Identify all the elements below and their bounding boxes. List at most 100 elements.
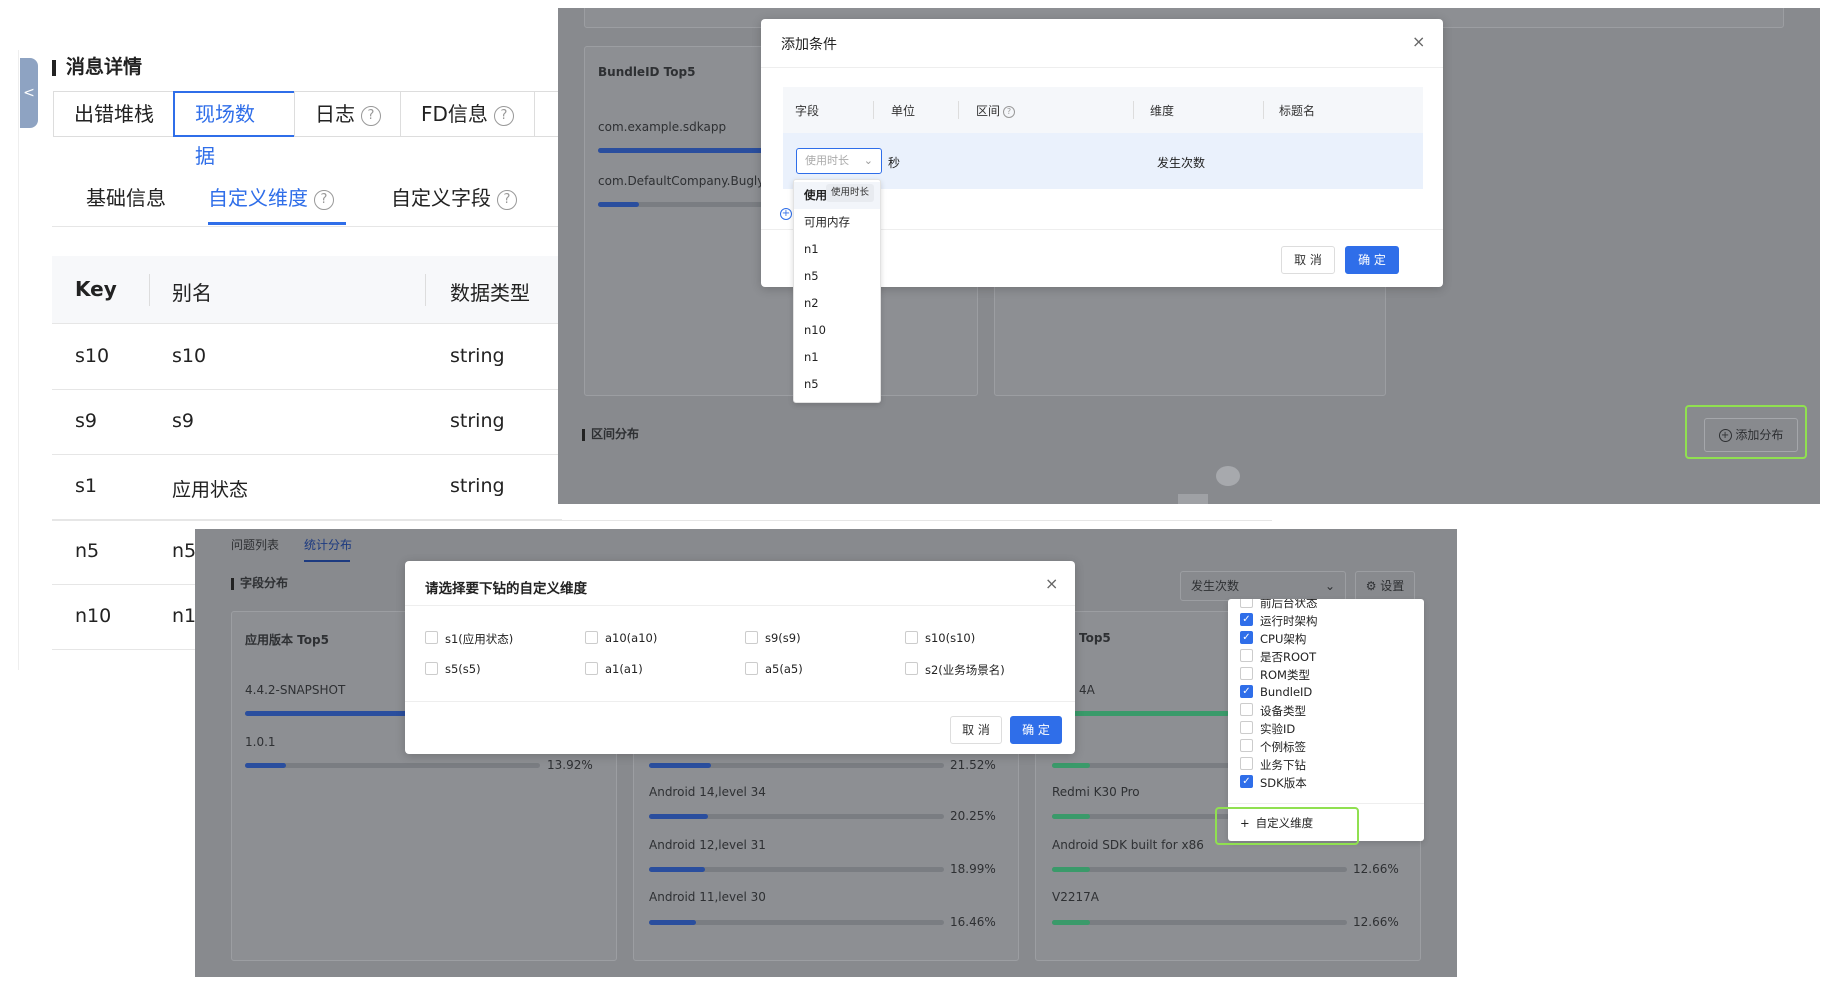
help-icon: ? — [1003, 105, 1016, 118]
bar-label: Android 12,level 31 — [649, 838, 766, 852]
add-row-icon[interactable]: + — [780, 208, 792, 220]
table-header: Key 别名 数据类型 — [52, 256, 562, 324]
tab-fd-info[interactable]: FD信息? — [400, 91, 536, 137]
option-checkbox[interactable] — [425, 662, 438, 675]
close-icon[interactable]: × — [1045, 574, 1058, 593]
settings-option[interactable]: 是否ROOT — [1240, 649, 1420, 664]
tab-scene-data[interactable]: 现场数据 — [173, 91, 296, 168]
bar — [245, 763, 540, 768]
left-divider — [18, 50, 19, 670]
chevron-down-icon: ⌄ — [863, 154, 873, 167]
settings-option[interactable]: ✓ CPU架构 — [1240, 631, 1420, 646]
settings-option[interactable]: ✓ 运行时架构 — [1240, 613, 1420, 628]
dimension-value: 发生次数 — [1157, 156, 1206, 170]
settings-option[interactable]: 个例标签 — [1240, 739, 1420, 754]
dropdown-item[interactable]: n5 — [794, 263, 880, 290]
card-item-label: com.example.sdkapp — [598, 120, 727, 134]
bar-label: Android 11,level 30 — [649, 890, 766, 904]
cancel-button[interactable]: 取 消 — [950, 716, 1002, 744]
option-label[interactable]: s1(应用状态) — [445, 631, 513, 647]
option-checkbox[interactable] — [585, 662, 598, 675]
card-title: BundleID Top5 — [598, 65, 696, 79]
subtab-custom-dimension[interactable]: 自定义维度? — [208, 182, 334, 211]
metric-select[interactable]: 发生次数 ⌄ — [1180, 571, 1346, 601]
subtab-underline — [208, 222, 346, 225]
help-icon: ? — [497, 189, 517, 210]
ok-button[interactable]: 确 定 — [1010, 716, 1062, 744]
subtab-basic[interactable]: 基础信息 — [86, 182, 166, 211]
settings-dropdown: 前后台状态 ✓ 运行时架构 ✓ CPU架构 是否ROOT ROM类型 ✓ Bundle… — [1228, 599, 1424, 841]
settings-option[interactable]: 前后台状态 — [1240, 599, 1420, 610]
option-label[interactable]: a1(a1) — [605, 662, 643, 676]
col-key: Key — [75, 277, 117, 301]
bar — [1052, 920, 1347, 925]
chat-icon[interactable] — [1216, 466, 1240, 486]
bar-label: Android SDK built for x86 — [1052, 838, 1204, 852]
tab-stack[interactable]: 出错堆栈 — [53, 91, 175, 137]
option-checkbox[interactable] — [425, 631, 438, 644]
dropdown-item[interactable]: n5 — [794, 371, 880, 398]
modal-title: 添加条件 — [781, 37, 837, 53]
modal-title: 请选择要下钻的自定义维度 — [425, 581, 587, 597]
settings-option[interactable]: ✓ SDK版本 — [1240, 775, 1420, 790]
option-label[interactable]: s9(s9) — [765, 631, 801, 645]
cancel-button[interactable]: 取 消 — [1281, 246, 1335, 274]
option-label[interactable]: a5(a5) — [765, 662, 803, 676]
bar-label: Redmi K30 Pro — [1052, 785, 1140, 799]
option-checkbox[interactable] — [745, 662, 758, 675]
option-checkbox[interactable] — [905, 631, 918, 644]
settings-option[interactable]: 实验ID — [1240, 721, 1420, 736]
settings-option[interactable]: ✓ BundleID — [1240, 685, 1420, 699]
bar-label: 4A — [1079, 683, 1095, 697]
bar-pct: 13.92% — [547, 758, 593, 772]
option-checkbox[interactable] — [905, 662, 918, 675]
option-checkbox[interactable] — [745, 631, 758, 644]
help-icon: ? — [314, 189, 334, 210]
table-row: s1 应用状态 string — [52, 455, 562, 520]
highlight-add-distribution — [1685, 405, 1807, 459]
settings-button[interactable]: ⚙ 设置 — [1355, 571, 1415, 601]
collapse-handle[interactable]: < — [20, 58, 38, 128]
settings-option[interactable]: 业务下钻 — [1240, 757, 1420, 772]
bar — [649, 763, 944, 768]
bar — [649, 814, 944, 819]
option-label[interactable]: s2(业务场景名) — [925, 662, 1005, 678]
tab-issue-list[interactable]: 问题列表 — [231, 536, 279, 553]
close-icon[interactable]: × — [1412, 32, 1425, 51]
bar-pct: 12.66% — [1353, 862, 1399, 876]
separator-line — [52, 520, 1272, 521]
option-label[interactable]: s5(s5) — [445, 662, 481, 676]
tab-log[interactable]: 日志? — [294, 91, 402, 137]
dropdown-item[interactable]: n1 — [794, 344, 880, 371]
col-type: 数据类型 — [450, 281, 530, 305]
dropdown-item[interactable]: 可用内存 — [794, 209, 880, 236]
bar-pct: 16.46% — [950, 915, 996, 929]
table-row: s9 s9 string — [52, 390, 562, 455]
option-label[interactable]: a10(a10) — [605, 631, 657, 645]
dropdown-item[interactable]: n2 — [794, 290, 880, 317]
card-title: 应用版本 Top5 — [245, 633, 329, 647]
option-label[interactable]: s10(s10) — [925, 631, 975, 645]
bar-label: 1.0.1 — [245, 735, 276, 749]
dropdown-item[interactable]: n10 — [794, 317, 880, 344]
subtab-custom-field[interactable]: 自定义字段? — [391, 182, 517, 211]
bar-pct: 21.52% — [950, 758, 996, 772]
dropdown-item[interactable]: n1 — [794, 236, 880, 263]
field-dropdown: 使用 使用时长 可用内存 n1 n5 n2 n10 n1 n5 — [793, 179, 881, 403]
bar — [649, 920, 944, 925]
bar-label: V2217A — [1052, 890, 1099, 904]
settings-option[interactable]: ROM类型 — [1240, 667, 1420, 682]
tab-stats[interactable]: 统计分布 — [304, 536, 352, 553]
field-select[interactable]: 使用时长 ⌄ — [796, 148, 882, 174]
card-title: Top5 — [1079, 631, 1111, 645]
bar-label: Android 14,level 34 — [649, 785, 766, 799]
gear-icon: ⚙ — [1365, 579, 1377, 593]
help-icon: ? — [493, 105, 514, 126]
highlight-custom-dimension — [1215, 807, 1359, 845]
settings-option[interactable]: 设备类型 — [1240, 703, 1420, 718]
ok-button[interactable]: 确 定 — [1345, 246, 1399, 274]
tooltip: 使用时长 — [826, 184, 875, 202]
drilldown-modal: 请选择要下钻的自定义维度 × s1(应用状态) a10(a10) s9(s9) … — [405, 561, 1075, 754]
option-checkbox[interactable] — [585, 631, 598, 644]
card-item-label: com.DefaultCompany.Bugly — [598, 174, 765, 188]
